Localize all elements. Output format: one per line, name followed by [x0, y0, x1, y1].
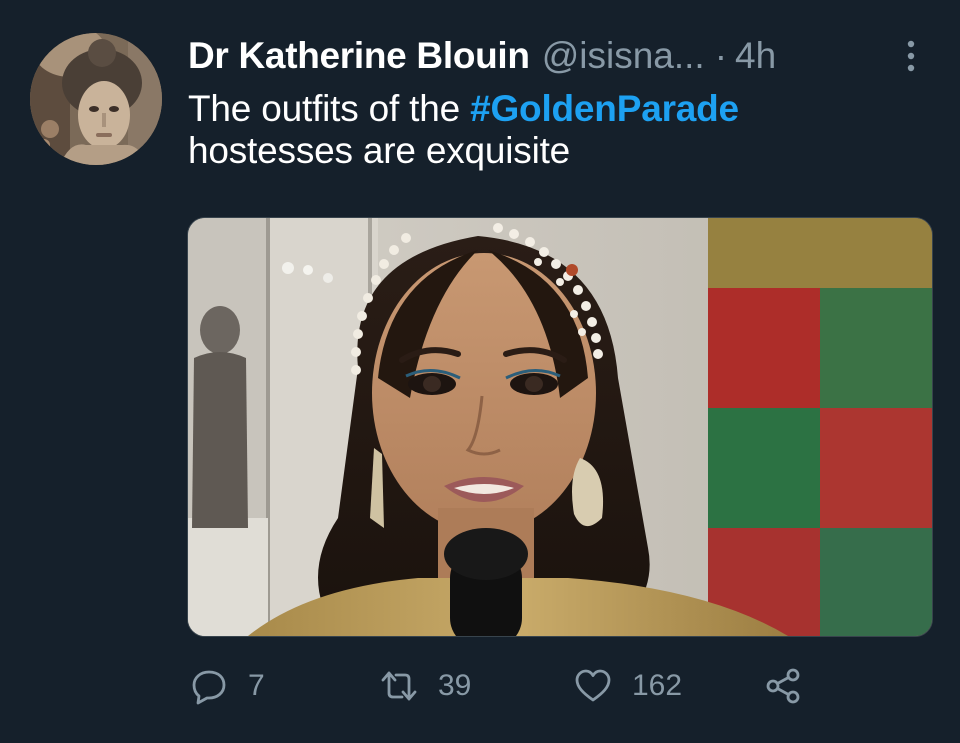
like-count: 162: [632, 669, 683, 702]
share-button[interactable]: [764, 664, 802, 708]
more-vertical-icon[interactable]: [900, 38, 922, 74]
hashtag-link[interactable]: #GoldenParade: [470, 88, 739, 129]
tweet-text-tail: hostesses are exquisite: [188, 130, 571, 171]
reply-count: 7: [248, 669, 265, 702]
retweet-icon: [380, 667, 418, 705]
tweet-text: The outfits of the #GoldenParade hostess…: [188, 88, 928, 172]
tweet[interactable]: Dr Katherine Blouin @isisna... · 4h The …: [0, 0, 960, 743]
separator-dot: ·: [714, 35, 728, 76]
tweet-actions: 7 39 162: [190, 664, 930, 708]
avatar[interactable]: [30, 33, 162, 165]
timestamp[interactable]: 4h: [735, 35, 776, 77]
like-button[interactable]: 162: [574, 664, 682, 708]
retweet-button[interactable]: 39: [380, 664, 471, 708]
reply-button[interactable]: 7: [190, 664, 265, 708]
tweet-text-lead: The outfits of the: [188, 88, 471, 129]
retweet-count: 39: [438, 669, 472, 702]
share-icon: [764, 667, 802, 705]
heart-icon: [574, 667, 612, 705]
tweet-media-image[interactable]: [187, 217, 933, 637]
author-handle[interactable]: @isisna...: [542, 35, 705, 77]
author-name[interactable]: Dr Katherine Blouin: [188, 35, 530, 77]
tweet-header: Dr Katherine Blouin @isisna... · 4h: [188, 34, 776, 78]
reply-icon: [190, 667, 228, 705]
